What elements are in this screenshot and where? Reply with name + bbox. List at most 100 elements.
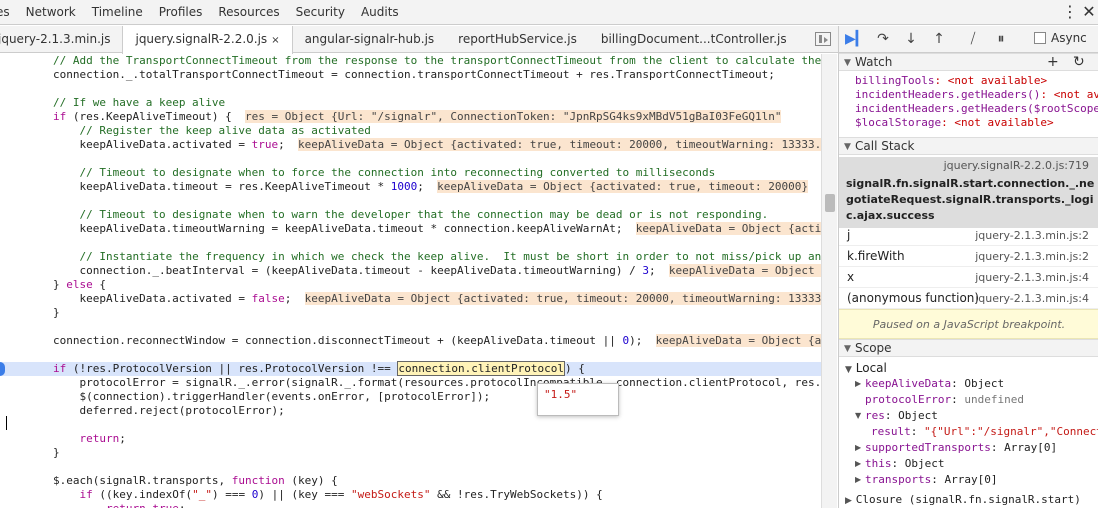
watch-expression[interactable]: incidentHeaders.getHeaders(): <not avail… [855,88,1098,102]
call-frame-name: (anonymous function) [847,291,980,305]
code-line: if (res.KeepAliveTimeout) { res = Object… [52,110,782,123]
debugger-toolbar: ▶▎ ↷ ↓ ↑ ⧸ ⏸ Async [839,26,1098,53]
code-line: $(connection).triggerHandler(events.onEr… [0,390,491,403]
code-line: deferred.reject(protocolError); [0,404,285,417]
code-line: keepAliveData.activated = false; keepAli… [0,292,821,306]
watch-expression[interactable]: incidentHeaders.getHeaders($rootScope): … [855,102,1098,116]
call-frame-name: x [847,270,855,284]
code-line: $.each(signalR.transports, function (key… [0,474,338,487]
popover-value: "1.5" [544,388,578,401]
close-tab-icon[interactable]: × [271,35,279,46]
call-frame[interactable]: j jquery-2.1.3.min.js:2 [839,225,1098,246]
collapsed-triangle-icon[interactable]: ▶ [855,443,861,452]
code-line: keepAliveData.timeoutWarning = keepAlive… [0,222,821,236]
expand-triangle-icon: ▼ [844,58,851,68]
close-devtools-icon[interactable]: ✕ [1082,3,1096,21]
expand-triangle-icon: ▼ [844,142,851,152]
step-into-icon[interactable]: ↓ [901,30,921,48]
code-line: } [0,446,60,459]
scope-var-value: undefined [964,393,1024,406]
panel-tab[interactable]: Timeline [84,0,151,25]
scope-separator: : [891,457,905,470]
watch-separator: : [1040,88,1054,101]
call-stack-section-header[interactable]: ▼ Call Stack [839,137,1098,155]
scope-separator: : [884,409,899,422]
scope-separator: : [951,393,965,406]
watch-expression[interactable]: $localStorage: <not available> [855,116,1054,130]
scope-var-value: Array[0] [944,473,998,486]
code-line: // Instantiate the frequency in which we… [79,250,821,263]
collapsed-triangle-icon[interactable]: ▶ [855,459,861,468]
expanded-triangle-icon[interactable]: ▼ [855,411,861,420]
watch-expression[interactable]: billingTools: <not available> [855,74,1047,88]
code-line: return; [79,432,126,445]
code-line: // If we have a keep alive [52,96,226,109]
panel-tab[interactable]: es [0,0,18,25]
scope-variable[interactable]: res: Object [865,408,938,424]
toggle-debugger-sidebar-icon[interactable] [815,32,831,46]
call-frame-location[interactable]: jquery-2.1.3.min.js:4 [975,267,1089,288]
resume-icon[interactable]: ▶▎ [845,30,867,48]
panel-tab[interactable]: Profiles [151,0,211,25]
scope-variable[interactable]: this: Object [865,456,945,472]
code-line: protocolError = signalR._.error(signalR.… [79,376,821,389]
panel-tab[interactable]: Security [288,0,353,25]
expand-triangle-icon: ▼ [845,365,852,375]
scope-variable[interactable]: result: "{"Url":"/signalr","ConnectionTo… [871,424,1098,440]
scrollbar-thumb[interactable] [825,194,835,212]
file-tab-active[interactable]: jquery.signalR-2.2.0.js × [122,26,293,54]
add-watch-icon[interactable]: + [1047,54,1059,70]
closure-scope-header[interactable]: ▶ Closure (signalR.fn.signalR.start) [845,491,1081,508]
scope-var-name: protocolError [865,393,952,406]
code-line-current: if (!res.ProtocolVersion || res.Protocol… [0,361,821,376]
call-frame[interactable]: (anonymous function) jquery-2.1.3.min.js:… [839,288,1098,309]
scope-separator: : [951,377,965,390]
scope-variable[interactable]: protocolError: undefined [865,392,1024,408]
code-editor[interactable]: // Add the TransportConnectTimeout from … [0,54,821,508]
refresh-watch-icon[interactable]: ↻ [1073,54,1085,70]
panel-tab[interactable]: Network [18,0,84,25]
code-line: if ((key.indexOf("_") === 0) || (key ===… [79,488,603,501]
call-frame-location[interactable]: jquery.signalR-2.2.0.js:719 [944,159,1089,172]
watch-section-header[interactable]: ▼ Watch + ↻ [839,53,1098,71]
panel-tab[interactable]: Audits [353,0,407,25]
watch-expr: incidentHeaders.getHeaders($rootScope) [855,102,1098,115]
step-out-icon[interactable]: ↑ [929,30,949,48]
file-tab[interactable]: angular-signalr-hub.js [293,26,447,53]
scope-variable[interactable]: supportedTransports: Array[0] [865,440,1057,456]
code-line: // Timeout to designate when to force th… [79,166,716,179]
call-frame-location[interactable]: jquery-2.1.3.min.js:4 [975,288,1089,309]
editor-scrollbar[interactable] [821,54,837,508]
file-tab[interactable]: billingDocument...tController.js [589,26,799,53]
scope-var-name: result [871,425,911,438]
call-frame-name: signalR.fn.signalR.start.connection._.ne… [846,177,1095,222]
panel-tab[interactable]: Resources [210,0,287,25]
expand-triangle-icon: ▼ [844,344,851,354]
async-checkbox[interactable] [1034,32,1046,44]
file-tab[interactable]: reportHubService.js [446,26,589,53]
panel-tabbar: esNetworkTimelineProfilesResourcesSecuri… [0,0,1098,25]
value-popover: "1.5" [537,383,619,416]
call-frame-location[interactable]: jquery-2.1.3.min.js:2 [975,225,1089,246]
scope-variable[interactable]: transports: Array[0] [865,472,997,488]
collapsed-triangle-icon[interactable]: ▶ [855,379,861,388]
call-frame[interactable]: k.fireWith jquery-2.1.3.min.js:2 [839,246,1098,267]
file-tab[interactable]: jquery-2.1.3.min.js [0,26,122,53]
scope-section-header[interactable]: ▼ Scope [839,339,1098,357]
local-label: Local [855,361,887,375]
call-frame-location[interactable]: jquery-2.1.3.min.js:2 [975,246,1089,267]
call-frame[interactable]: x jquery-2.1.3.min.js:4 [839,267,1098,288]
deactivate-breakpoints-icon[interactable]: ⧸ [963,30,983,48]
pause-on-exceptions-icon[interactable]: ⏸ [991,30,1011,48]
code-line: // Timeout to designate when to warn the… [79,208,769,221]
call-frame-selected[interactable]: jquery.signalR-2.2.0.js:719 signalR.fn.s… [839,157,1098,228]
file-tab-label: angular-signalr-hub.js [304,32,435,46]
collapsed-triangle-icon[interactable]: ▶ [855,475,861,484]
scope-var-value: Object [964,377,1005,390]
scope-var-value: "{"Url":"/signalr","ConnectionToken":"Jp… [924,425,1098,438]
step-over-icon[interactable]: ↷ [873,30,893,48]
scope-variable[interactable]: keepAliveData: Object [865,376,1004,392]
more-options-icon[interactable]: ⋮ [1062,3,1078,21]
